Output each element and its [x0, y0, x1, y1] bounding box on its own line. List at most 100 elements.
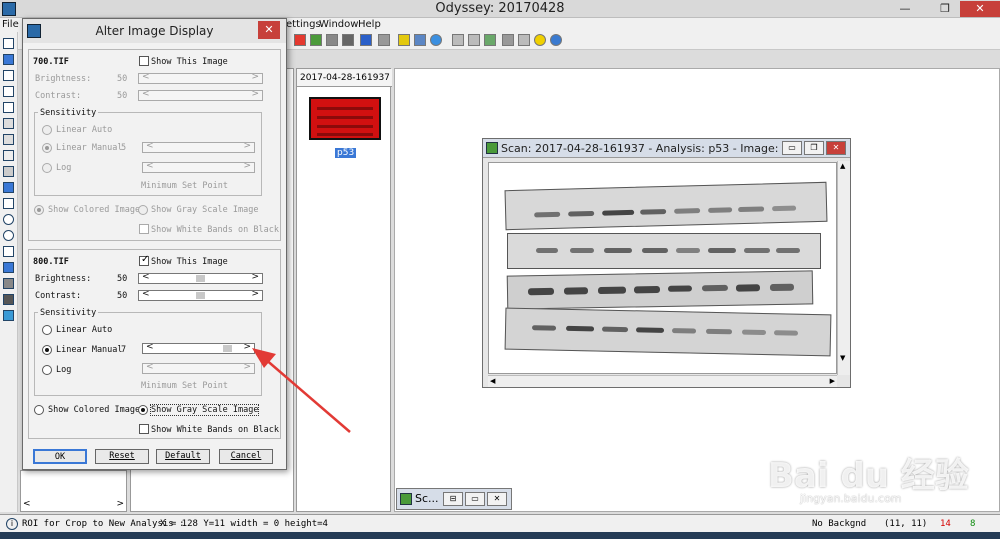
new-file-icon[interactable]	[3, 38, 14, 49]
tool-icon[interactable]	[3, 54, 14, 65]
channel-700-linear-manual-radio[interactable]	[42, 143, 52, 153]
channel-800-linear-manual-radio[interactable]	[42, 345, 52, 355]
close-button[interactable]: ✕	[960, 1, 1000, 17]
scan-restore-button[interactable]: ❐	[804, 141, 824, 155]
channel-700-log-radio[interactable]	[42, 163, 52, 173]
slider-thumb[interactable]	[223, 345, 232, 352]
minimized-window[interactable]: Sc... ⊟ ▭ ✕	[396, 488, 512, 510]
dialog-close-button[interactable]: ✕	[258, 21, 280, 39]
thumbnail-pane: 2017-04-28-161937 ... p53	[296, 68, 392, 512]
scroll-up-icon[interactable]: ▲	[840, 162, 845, 170]
slider-thumb[interactable]	[196, 275, 205, 282]
tool-icon[interactable]	[360, 34, 372, 46]
thumbnail-tab[interactable]: 2017-04-28-161937 ...	[297, 69, 392, 87]
menu-help[interactable]: Help	[358, 18, 381, 32]
tool-icon[interactable]	[502, 34, 514, 46]
channel-800-linear-auto-radio[interactable]	[42, 325, 52, 335]
mini-minimize-button[interactable]: ⊟	[443, 492, 463, 506]
redo-icon[interactable]	[3, 86, 14, 97]
minimize-button[interactable]: —	[894, 1, 916, 17]
cut-icon[interactable]	[3, 102, 14, 113]
mini-close-button[interactable]: ✕	[487, 492, 507, 506]
scan-window[interactable]: Scan: 2017-04-28-161937 - Analysis: p53 …	[482, 138, 851, 388]
channel-800-log-radio[interactable]	[42, 365, 52, 375]
channel-800-show-checkbox[interactable]: ✓	[139, 254, 149, 266]
scan-window-icon	[486, 142, 498, 154]
channel-800-log-slider[interactable]: < >	[142, 362, 255, 374]
tool-icon[interactable]	[294, 34, 306, 46]
tool-icon[interactable]	[484, 34, 496, 46]
menu-settings[interactable]: ettings	[286, 18, 321, 32]
help-icon[interactable]	[534, 34, 546, 46]
tool-icon[interactable]	[468, 34, 480, 46]
channel-700-gray-radio[interactable]	[138, 205, 148, 215]
tool-icon[interactable]	[398, 34, 410, 46]
channel-700-white-bands-checkbox[interactable]	[139, 224, 149, 234]
channel-700-contrast-slider[interactable]: < >	[138, 89, 263, 101]
tool-icon[interactable]	[3, 278, 14, 289]
tool-icon[interactable]	[414, 34, 426, 46]
menu-file[interactable]: File	[2, 18, 19, 32]
tool-icon[interactable]	[3, 294, 14, 305]
menu-window[interactable]: Window	[319, 18, 358, 32]
slider-thumb[interactable]	[196, 292, 205, 299]
scan-horizontal-scrollbar[interactable]: ◀ ▶	[488, 375, 837, 387]
scroll-right-icon[interactable]: ▶	[830, 377, 835, 385]
blot-image[interactable]	[488, 162, 837, 374]
dialog-titlebar[interactable]: Alter Image Display ✕	[23, 19, 286, 43]
text-icon[interactable]	[3, 310, 14, 321]
channel-700-brightness-slider[interactable]: < >	[138, 72, 263, 84]
tool-icon[interactable]	[518, 34, 530, 46]
channel-700-sensitivity-slider[interactable]: < >	[142, 141, 255, 153]
scroll-right-icon[interactable]: >	[116, 499, 124, 509]
tool-icon[interactable]	[342, 34, 354, 46]
channel-800-gray-radio[interactable]	[138, 405, 148, 415]
tool-icon[interactable]	[310, 34, 322, 46]
scan-minimize-button[interactable]: ▭	[782, 141, 802, 155]
tool-icon[interactable]	[326, 34, 338, 46]
scan-close-button[interactable]: ✕	[826, 141, 846, 155]
channel-800-sensitivity-slider[interactable]: < >	[142, 342, 255, 354]
channel-700-linear-auto-radio[interactable]	[42, 125, 52, 135]
channel-800-brightness-label: Brightness:	[35, 274, 92, 284]
select-icon[interactable]	[3, 182, 14, 193]
cancel-button[interactable]: Cancel	[219, 449, 273, 464]
tool-icon[interactable]	[3, 166, 14, 177]
circle-icon[interactable]	[3, 230, 14, 241]
ok-button[interactable]: OK	[33, 449, 87, 464]
mini-restore-button[interactable]: ▭	[465, 492, 485, 506]
copy-icon[interactable]	[3, 118, 14, 129]
restore-button[interactable]: ❐	[934, 1, 956, 17]
scroll-left-icon[interactable]: ◀	[490, 377, 495, 385]
tool-icon[interactable]	[378, 34, 390, 46]
paste-icon[interactable]	[3, 134, 14, 145]
channel-700-name: 700.TIF	[33, 57, 69, 67]
reset-button[interactable]: Reset	[95, 449, 149, 464]
scan-vertical-scrollbar[interactable]: ▲ ▼	[837, 161, 850, 375]
globe-icon[interactable]	[550, 34, 562, 46]
tool-icon[interactable]	[430, 34, 442, 46]
channel-800-contrast-slider[interactable]: < >	[138, 289, 263, 301]
tool-icon[interactable]	[3, 262, 14, 273]
channel-700-show-checkbox[interactable]	[139, 56, 149, 66]
freehand-icon[interactable]	[3, 246, 14, 257]
channel-800-contrast-label: Contrast:	[35, 291, 82, 301]
default-button[interactable]: Default	[156, 449, 210, 464]
channel-700-log-slider[interactable]: < >	[142, 161, 255, 173]
status-backgnd: No Backgnd	[812, 519, 867, 529]
scroll-left-icon[interactable]: <	[23, 499, 31, 509]
rectangle-icon[interactable]	[3, 198, 14, 209]
thumbnail-label[interactable]: p53	[335, 148, 357, 158]
ellipse-icon[interactable]	[3, 214, 14, 225]
scan-window-titlebar[interactable]: Scan: 2017-04-28-161937 - Analysis: p53 …	[483, 139, 850, 158]
scroll-down-icon[interactable]: ▼	[840, 354, 845, 362]
undo-icon[interactable]	[3, 70, 14, 81]
channel-700-colored-radio[interactable]	[34, 205, 44, 215]
channel-800-white-bands-checkbox[interactable]	[139, 424, 149, 434]
image-thumbnail[interactable]	[309, 97, 381, 140]
channel-800-colored-radio[interactable]	[34, 405, 44, 415]
tool-icon[interactable]	[452, 34, 464, 46]
delete-icon[interactable]	[3, 150, 14, 161]
channel-800-gray-label: Show Gray Scale Image	[149, 404, 260, 416]
channel-800-brightness-slider[interactable]: < >	[138, 272, 263, 284]
